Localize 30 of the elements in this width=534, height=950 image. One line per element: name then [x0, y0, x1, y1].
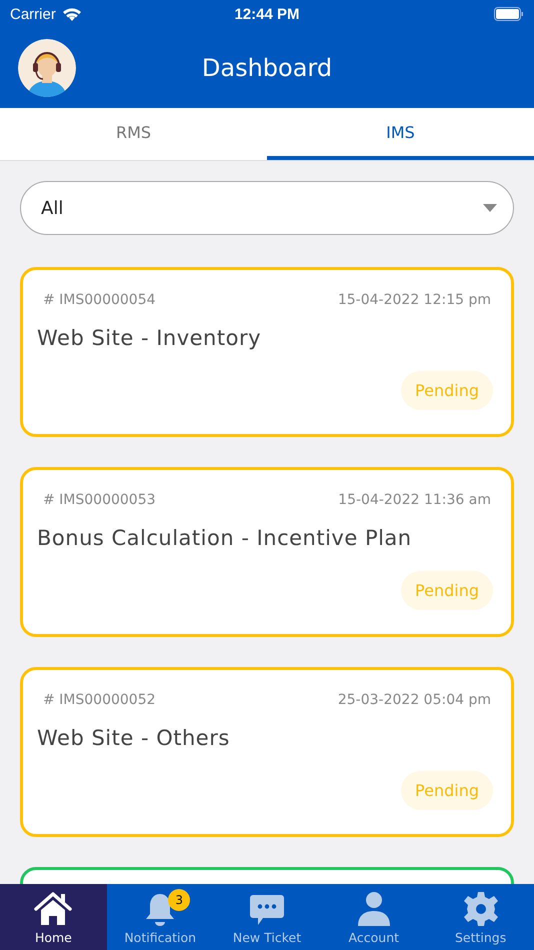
- screen-title: Dashboard: [202, 54, 332, 82]
- status-pill: Pending: [401, 371, 493, 410]
- bell-icon: [144, 891, 176, 927]
- status-pill: Pending: [401, 771, 493, 810]
- wifi-icon: [62, 6, 82, 22]
- ticket-card[interactable]: # IMS00000052 25-03-2022 05:04 pm Web Site - Others Pending: [20, 667, 514, 837]
- carrier-label: Carrier: [10, 6, 56, 22]
- ticket-title: Bonus Calculation - Incentive Plan: [37, 526, 413, 550]
- ticket-id: # IMS00000054: [43, 292, 156, 308]
- nav-tab[interactable]: Home: [0, 884, 107, 950]
- ticket-title: Web Site - Inventory: [37, 326, 262, 350]
- person-icon: [356, 891, 391, 927]
- chat-icon: [248, 893, 285, 927]
- ticket-date: 25-03-2022 05:04 pm: [338, 692, 491, 708]
- status-pill: Pending: [401, 571, 493, 610]
- caret-icon: [483, 204, 497, 212]
- settings-icon: [462, 891, 499, 927]
- ticket-date: 15-04-2022 12:15 pm: [338, 292, 491, 308]
- ticket-date: 15-04-2022 11:36 am: [338, 492, 491, 508]
- home-icon: [34, 891, 72, 927]
- filter-dropdown[interactable]: All: [20, 181, 514, 235]
- ticket-card[interactable]: # IMS00000053 15-04-2022 11:36 am Bonus Calculation - Incentive Plan Pending: [20, 467, 514, 637]
- ticket-id: # IMS00000053: [43, 492, 156, 508]
- battery-icon: [494, 7, 524, 21]
- ticket-id: # IMS00000052: [43, 692, 156, 708]
- ticket-title: Web Site - Others: [37, 726, 231, 750]
- ticket-card[interactable]: # IMS00000054 15-04-2022 12:15 pm Web Site - Inventory Pending: [20, 267, 514, 437]
- notification-badge: 3: [168, 889, 190, 911]
- avatar-icon[interactable]: [18, 39, 76, 97]
- clock: 12:44 PM: [234, 6, 300, 22]
